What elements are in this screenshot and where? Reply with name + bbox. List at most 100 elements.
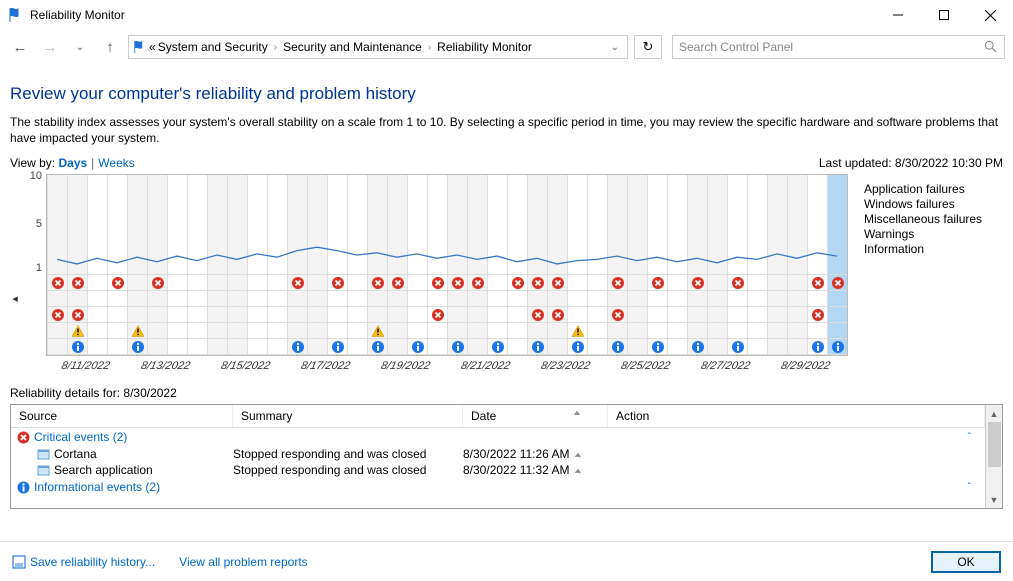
event-cell[interactable] [147,323,167,339]
event-cell[interactable] [587,275,607,291]
event-cell[interactable] [567,291,587,307]
chart-column[interactable] [367,175,387,275]
event-cell[interactable] [207,275,227,291]
event-cell[interactable] [507,339,527,355]
event-cell[interactable] [387,323,407,339]
event-cell[interactable] [687,339,707,355]
event-cell[interactable] [367,291,387,307]
event-cell[interactable] [487,291,507,307]
event-cell[interactable] [667,275,687,291]
event-cell[interactable] [367,275,387,291]
event-cell[interactable] [707,275,727,291]
event-cell[interactable] [687,275,707,291]
event-cell[interactable] [607,307,627,323]
event-cell[interactable] [387,275,407,291]
event-cell[interactable] [727,339,747,355]
event-cell[interactable] [387,307,407,323]
event-cell[interactable] [767,291,787,307]
event-cell[interactable] [247,323,267,339]
event-cell[interactable] [787,291,807,307]
event-cell[interactable] [347,323,367,339]
event-cell[interactable] [487,339,507,355]
event-cell[interactable] [407,339,427,355]
event-cell[interactable] [547,275,567,291]
chart-column[interactable] [287,175,307,275]
event-cell[interactable] [647,275,667,291]
event-cell[interactable] [427,275,447,291]
event-cell[interactable] [827,323,847,339]
table-header-row[interactable]: Source Summary Date Action [11,405,985,428]
event-cell[interactable] [107,339,127,355]
event-cell[interactable] [467,323,487,339]
event-cell[interactable] [747,339,767,355]
breadcrumb-item[interactable]: System and Security [158,40,268,54]
event-cell[interactable] [307,323,327,339]
event-cell[interactable] [807,291,827,307]
breadcrumb-item[interactable]: Reliability Monitor [437,40,532,54]
event-cell[interactable] [487,307,507,323]
event-cell[interactable] [227,339,247,355]
event-cell[interactable] [707,307,727,323]
event-cell[interactable] [467,291,487,307]
save-history-link[interactable]: Save reliability history... [12,555,155,569]
event-cell[interactable] [127,291,147,307]
event-cell[interactable] [127,323,147,339]
event-cell[interactable] [767,339,787,355]
event-cell[interactable] [727,291,747,307]
event-cell[interactable] [247,275,267,291]
event-cell[interactable] [607,275,627,291]
event-cell[interactable] [467,275,487,291]
event-cell[interactable] [567,339,587,355]
event-cell[interactable] [127,307,147,323]
event-cell[interactable] [307,291,327,307]
event-cell[interactable] [527,307,547,323]
event-cell[interactable] [47,275,67,291]
event-cell[interactable] [327,307,347,323]
event-cell[interactable] [47,323,67,339]
event-cell[interactable] [747,275,767,291]
event-cell[interactable] [587,339,607,355]
event-cell[interactable] [287,291,307,307]
event-cell[interactable] [647,291,667,307]
scroll-thumb[interactable] [988,422,1001,467]
chart-column[interactable] [767,175,787,275]
event-cell[interactable] [627,307,647,323]
event-cell[interactable] [207,323,227,339]
event-cell[interactable] [67,275,87,291]
event-cell[interactable] [767,323,787,339]
event-cell[interactable] [427,291,447,307]
event-cell[interactable] [687,291,707,307]
event-cell[interactable] [167,323,187,339]
event-cell[interactable] [707,323,727,339]
event-cell[interactable] [547,339,567,355]
chart-column[interactable] [347,175,367,275]
event-cell[interactable] [807,339,827,355]
chart-column[interactable] [707,175,727,275]
event-cell[interactable] [127,275,147,291]
event-cell[interactable] [487,323,507,339]
event-cell[interactable] [47,291,67,307]
event-cell[interactable] [147,339,167,355]
event-cell[interactable] [527,291,547,307]
event-cell[interactable] [147,307,167,323]
chart-column[interactable] [227,175,247,275]
event-cell[interactable] [827,291,847,307]
event-cell[interactable] [327,323,347,339]
event-cell[interactable] [827,307,847,323]
event-cell[interactable] [167,275,187,291]
event-cell[interactable] [167,291,187,307]
event-cell[interactable] [787,307,807,323]
event-cell[interactable] [647,339,667,355]
event-cell[interactable] [627,291,647,307]
col-source[interactable]: Source [11,405,233,427]
event-cell[interactable] [707,291,727,307]
event-cell[interactable] [347,339,367,355]
reliability-chart[interactable] [46,174,848,356]
chart-column[interactable] [307,175,327,275]
scrollbar[interactable]: ▲ ▼ [985,405,1002,508]
chart-column[interactable] [727,175,747,275]
event-cell[interactable] [547,323,567,339]
chart-column[interactable] [527,175,547,275]
event-cell[interactable] [227,291,247,307]
event-cell[interactable] [247,291,267,307]
